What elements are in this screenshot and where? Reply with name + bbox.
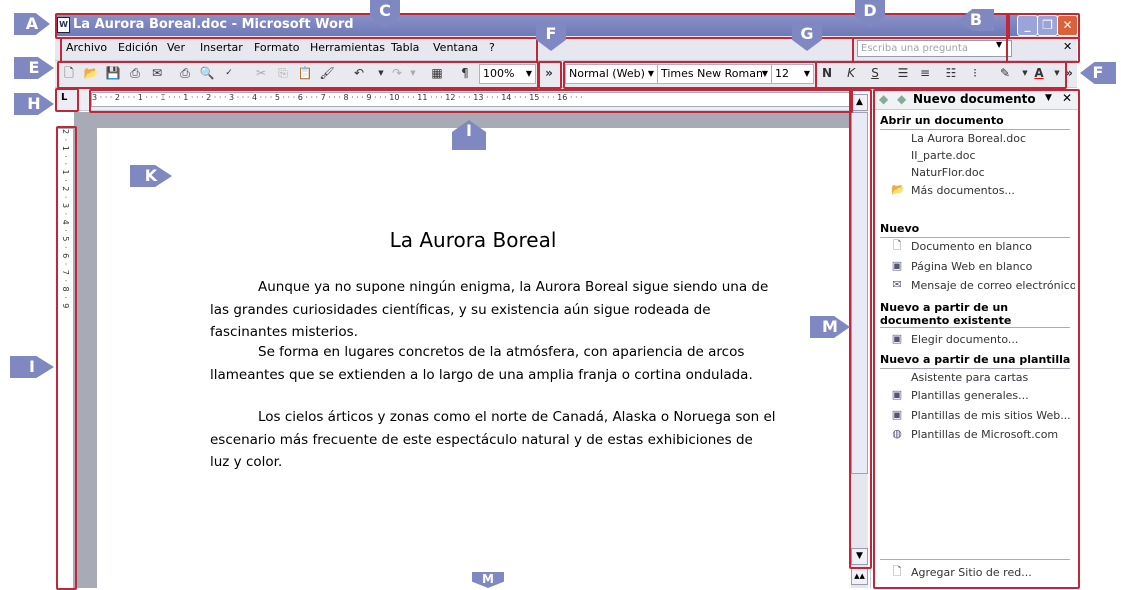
paragraph-3: Los cielos árticos y zonas como el norte… bbox=[210, 409, 776, 470]
document-page[interactable]: La Aurora Boreal Aunque ya no supone nin… bbox=[97, 128, 849, 588]
highlight-standard-toolbar bbox=[57, 61, 539, 89]
highlight-help-box bbox=[852, 37, 1008, 63]
highlight-window-controls bbox=[1006, 13, 1080, 39]
highlight-horizontal-ruler bbox=[89, 89, 853, 113]
paragraph-1: Aunque ya no supone ningún enigma, la Au… bbox=[210, 279, 769, 340]
callout-a: A bbox=[14, 13, 50, 35]
highlight-formatting-toolbar-2 bbox=[815, 61, 1067, 89]
highlight-task-pane bbox=[873, 89, 1080, 589]
highlight-formatting-toolbar bbox=[563, 61, 817, 89]
highlight-toolbar-options bbox=[538, 61, 562, 89]
callout-h: H bbox=[14, 93, 54, 115]
highlight-menu-bar bbox=[60, 37, 538, 63]
callout-i-2: I bbox=[10, 356, 54, 378]
highlight-close-doc bbox=[1006, 37, 1080, 63]
paragraph-2: Se forma en lugares concretos de la atmó… bbox=[210, 344, 753, 383]
document-title: La Aurora Boreal bbox=[389, 228, 557, 252]
highlight-vertical-ruler bbox=[56, 126, 77, 590]
highlight-scrollbar bbox=[849, 89, 872, 569]
callout-f-2: F bbox=[1080, 62, 1116, 84]
callout-e: E bbox=[14, 57, 54, 79]
previous-page-button[interactable]: ▲▲ bbox=[851, 568, 868, 585]
highlight-tab-selector bbox=[55, 88, 79, 112]
